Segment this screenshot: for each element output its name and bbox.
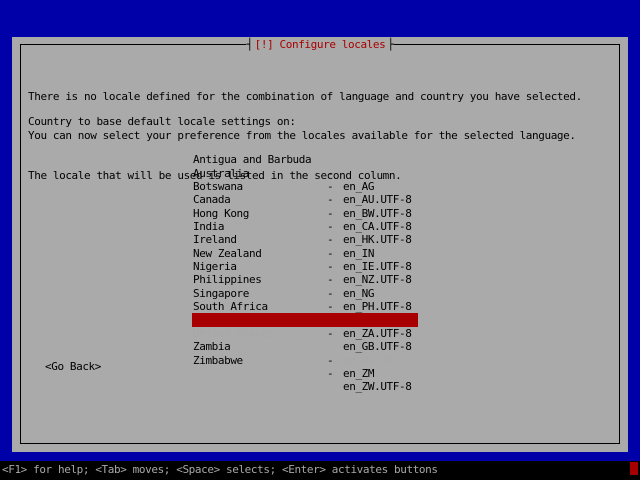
- configure-locales-dialog: ┤ [!] Configure locales ├ There is no loca…: [12, 37, 628, 452]
- separator-dash: -: [327, 353, 334, 367]
- go-back-button[interactable]: <Go Back>: [45, 360, 101, 373]
- country-name: Zimbabwe: [193, 353, 243, 367]
- locale-option[interactable]: Australia - en_AU.UTF-8: [192, 153, 418, 207]
- locale-option[interactable]: India - en_IN: [192, 207, 418, 260]
- dialog-title-bar: ┤ [!] Configure locales ├: [12, 38, 628, 51]
- description-line: There is no locale defined for the combi…: [28, 89, 582, 103]
- help-bar: <F1> for help; <Tab> moves; <Space> sele…: [0, 461, 640, 480]
- locale-list: Antigua and Barbuda - en_AG Australia - …: [192, 140, 418, 394]
- locale-code: en_ZM: [343, 366, 375, 380]
- terminal-cursor-block: [630, 462, 638, 475]
- locale-option[interactable]: Nigeria - en_NG: [192, 247, 418, 300]
- locale-option[interactable]: Botswana - en_BW.UTF-8: [192, 167, 418, 220]
- title-connector-left: ┤: [246, 38, 253, 51]
- locale-option[interactable]: Zambia - en_ZM: [192, 327, 418, 380]
- locale-option[interactable]: Singapore - en_SG.UTF-8: [192, 273, 418, 327]
- locale-option[interactable]: Ireland - en_IE.UTF-8: [192, 220, 418, 273]
- locale-option[interactable]: New Zealand - en_NZ.UTF-8: [192, 233, 418, 287]
- locale-option[interactable]: South Africa - en_ZA.UTF-8: [192, 287, 418, 340]
- locale-prompt-label: Country to base default locale settings …: [28, 115, 296, 128]
- locale-code: en_ZW.UTF-8: [343, 380, 412, 394]
- locale-option[interactable]: United States - en_US.UTF-8: [192, 313, 418, 367]
- locale-option[interactable]: Canada - en_CA.UTF-8: [192, 180, 418, 233]
- locale-option[interactable]: Philippines - en_PH.UTF-8: [192, 260, 418, 313]
- locale-option[interactable]: United Kingdom - en_GB.UTF-8: [192, 300, 418, 353]
- title-connector-right: ├: [387, 38, 394, 51]
- dialog-title: [!] Configure locales: [254, 38, 386, 51]
- help-bar-text: <F1> for help; <Tab> moves; <Space> sele…: [2, 463, 438, 476]
- locale-option[interactable]: Antigua and Barbuda - en_AG: [192, 140, 418, 193]
- locale-option[interactable]: Hong Kong - en_HK.UTF-8: [192, 193, 418, 247]
- locale-option[interactable]: Zimbabwe - en_ZW.UTF-8: [192, 340, 418, 394]
- locale-code: en_US.UTF-8: [343, 353, 412, 367]
- separator-dash: -: [327, 366, 334, 380]
